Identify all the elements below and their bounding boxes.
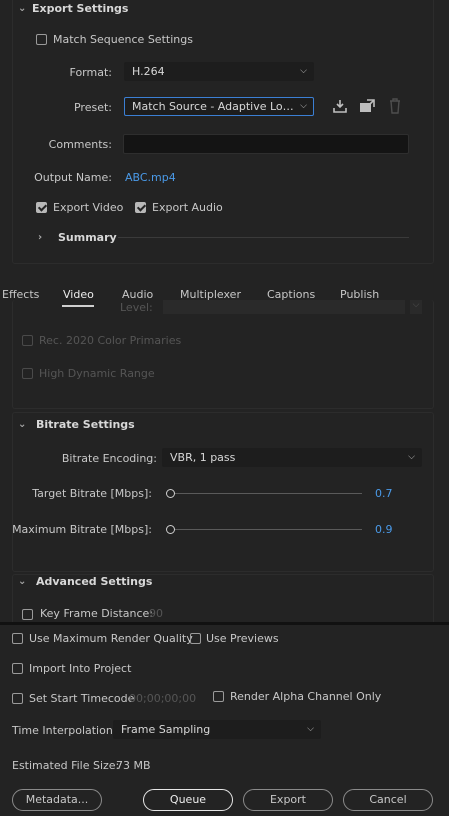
comments-label: Comments:	[48, 138, 112, 151]
max-bitrate-label: Maximum Bitrate [Mbps]:	[12, 523, 152, 536]
target-bitrate-value[interactable]: 0.7	[375, 487, 393, 500]
start-timecode-label: Set Start Timecode	[29, 692, 135, 705]
export-settings-title: Export Settings	[32, 2, 129, 15]
use-previews-checkbox[interactable]	[190, 633, 201, 644]
chevron-down-icon: ⌵	[300, 101, 307, 111]
max-bitrate-thumb[interactable]	[166, 525, 175, 534]
preset-dropdown[interactable]: Match Source - Adaptive Low Bi... ⌵	[124, 97, 314, 116]
max-render-quality-checkbox[interactable]	[12, 633, 23, 644]
metadata-button[interactable]: Metadata...	[12, 789, 102, 811]
time-interpolation-label: Time Interpolation:	[12, 724, 117, 737]
format-label: Format:	[69, 66, 112, 79]
alpha-only-label: Render Alpha Channel Only	[230, 690, 382, 703]
export-video-label: Export Video	[53, 201, 124, 214]
file-size-label: Estimated File Size:	[12, 759, 120, 772]
chevron-down-icon: ⌵	[408, 452, 415, 462]
import-project-checkbox[interactable]	[12, 663, 23, 674]
save-preset-icon[interactable]	[332, 98, 348, 117]
export-video-checkbox[interactable]	[36, 202, 47, 213]
summary-divider	[118, 237, 409, 238]
key-frame-value[interactable]: 90	[149, 607, 163, 620]
bitrate-title: Bitrate Settings	[36, 418, 135, 431]
time-interpolation-value: Frame Sampling	[121, 723, 211, 736]
chevron-down-icon: ⌵	[307, 724, 314, 734]
chevron-down-icon: ⌄	[18, 3, 27, 14]
advanced-header[interactable]: ⌄ Advanced Settings	[18, 575, 152, 588]
match-sequence-checkbox[interactable]	[36, 34, 47, 45]
export-audio-label: Export Audio	[152, 201, 223, 214]
rec2020-checkbox[interactable]	[22, 335, 33, 346]
hdr-checkbox[interactable]	[22, 368, 33, 379]
target-bitrate-label: Target Bitrate [Mbps]:	[32, 487, 152, 500]
chevron-down-icon: ⌵	[410, 300, 422, 314]
format-value: H.264	[132, 65, 165, 78]
comments-field[interactable]	[123, 134, 409, 154]
max-bitrate-value[interactable]: 0.9	[375, 523, 393, 536]
summary-header[interactable]: › Summary	[38, 231, 117, 244]
chevron-right-icon: ›	[38, 232, 43, 243]
chevron-down-icon: ⌄	[18, 576, 27, 587]
max-render-quality-label: Use Maximum Render Quality	[29, 632, 193, 645]
chevron-down-icon: ⌵	[300, 66, 307, 76]
time-interpolation-dropdown[interactable]: Frame Sampling ⌵	[113, 720, 321, 739]
bitrate-header[interactable]: ⌄ Bitrate Settings	[18, 418, 135, 431]
match-sequence-label: Match Sequence Settings	[53, 33, 193, 46]
bitrate-encoding-value: VBR, 1 pass	[170, 451, 236, 464]
start-timecode-checkbox[interactable]	[12, 693, 23, 704]
output-name-label: Output Name:	[34, 171, 112, 184]
chevron-down-icon: ⌄	[18, 419, 27, 430]
queue-button[interactable]: Queue	[143, 789, 233, 811]
export-audio-checkbox[interactable]	[135, 202, 146, 213]
export-button[interactable]: Export	[243, 789, 333, 811]
level-label: Level:	[120, 301, 153, 314]
format-dropdown[interactable]: H.264 ⌵	[124, 62, 314, 81]
preset-value: Match Source - Adaptive Low Bi...	[132, 100, 314, 113]
max-bitrate-track[interactable]	[170, 529, 362, 530]
video-panel	[12, 300, 434, 409]
cancel-button[interactable]: Cancel	[343, 789, 433, 811]
hdr-label: High Dynamic Range	[39, 367, 155, 380]
rec2020-label: Rec. 2020 Color Primaries	[39, 334, 182, 347]
key-frame-label: Key Frame Distance:	[40, 607, 154, 620]
import-preset-icon[interactable]	[358, 98, 376, 117]
key-frame-checkbox[interactable]	[22, 609, 33, 620]
file-size-value: 73 MB	[116, 759, 151, 772]
preset-label: Preset:	[73, 101, 112, 114]
target-bitrate-thumb[interactable]	[166, 489, 175, 498]
alpha-only-checkbox[interactable]	[213, 691, 224, 702]
level-dropdown[interactable]	[163, 300, 405, 314]
start-timecode-value[interactable]: 00;00;00;00	[129, 692, 196, 705]
output-name-link[interactable]: ABC.mp4	[125, 171, 176, 184]
import-project-label: Import Into Project	[29, 662, 132, 675]
delete-preset-icon[interactable]	[388, 98, 402, 117]
advanced-title: Advanced Settings	[36, 575, 153, 588]
target-bitrate-track[interactable]	[170, 493, 362, 494]
bitrate-encoding-label: Bitrate Encoding:	[61, 452, 157, 465]
bitrate-encoding-dropdown[interactable]: VBR, 1 pass ⌵	[162, 448, 422, 467]
export-settings-header[interactable]: ⌄ Export Settings	[18, 2, 128, 15]
summary-label: Summary	[58, 231, 117, 244]
use-previews-label: Use Previews	[206, 632, 279, 645]
